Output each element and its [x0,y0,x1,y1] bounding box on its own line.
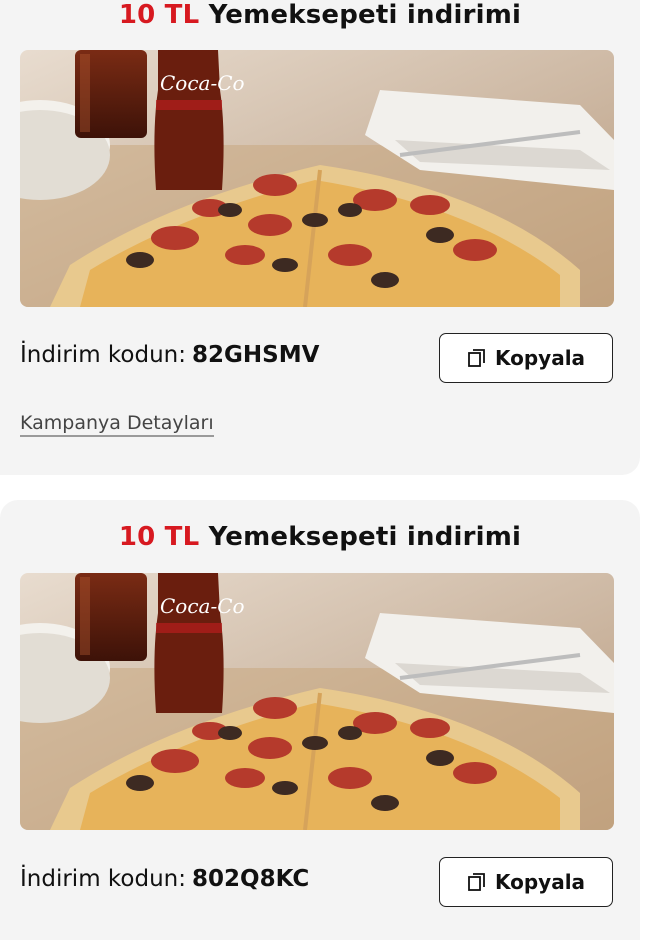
coupon-amount: 10 TL [118,0,200,30]
coupon-title: 10 TL Yemeksepeti indirimi [0,0,640,30]
svg-text:Coca-Co: Coca-Co [160,594,245,618]
coupon-card: 10 TL Yemeksepeti indirimi Coca-Co İndir… [0,500,640,940]
campaign-details-link[interactable]: Kampanya Detayları [20,412,214,437]
discount-code-line: İndirim kodun: 802Q8KC [20,866,309,892]
copy-button[interactable]: Kopyala [439,333,613,383]
copy-button-label: Kopyala [494,346,586,370]
copy-icon [468,349,485,367]
copy-button[interactable]: Kopyala [439,857,613,907]
coupon-title-text: Yemeksepeti indirimi [208,522,522,552]
discount-code-value: 802Q8KC [192,866,310,892]
copy-button-label: Kopyala [494,870,586,894]
svg-text:Coca-Co: Coca-Co [160,71,245,95]
coupon-card: 10 TL Yemeksepeti indirimi Coca-Co İndir… [0,0,640,475]
coupon-title-text: Yemeksepeti indirimi [208,0,522,30]
discount-code-line: İndirim kodun: 82GHSMV [20,342,319,368]
discount-code-label: İndirim kodun: [20,342,186,368]
promo-image: Coca-Co [20,50,614,307]
discount-code-value: 82GHSMV [192,342,320,368]
coupon-amount: 10 TL [118,522,200,552]
coupon-title: 10 TL Yemeksepeti indirimi [0,522,640,552]
promo-image: Coca-Co [20,573,614,830]
discount-code-label: İndirim kodun: [20,866,186,892]
copy-icon [468,873,485,891]
